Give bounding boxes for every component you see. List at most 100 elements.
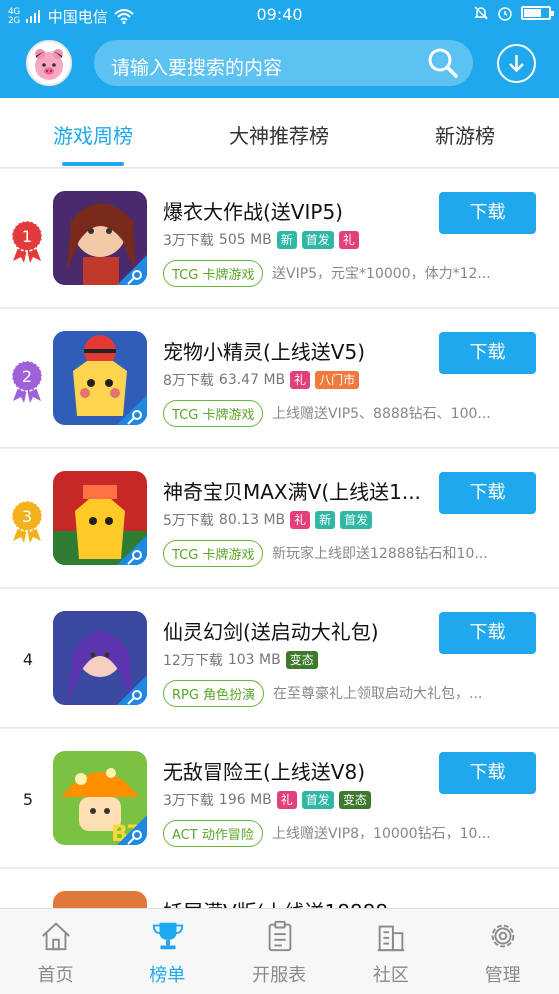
- building-icon: [378, 925, 405, 952]
- download-count: 12万下载: [163, 653, 223, 669]
- app-header: 4G 2G 中国电信 09:40 请输入要搜索的内容: [0, 0, 559, 98]
- game-title[interactable]: 无敌冒险王(上线送V8): [163, 756, 435, 785]
- key-corner-icon: [117, 255, 147, 285]
- nav-item-home[interactable]: 首页: [0, 909, 111, 994]
- game-icon[interactable]: [53, 471, 147, 565]
- game-description: 送VIP5，元宝*10000，体力*12...: [272, 266, 491, 282]
- download-button[interactable]: 下载: [439, 752, 536, 794]
- rank-number: 5: [22, 790, 34, 809]
- clipboard-icon: [268, 920, 291, 952]
- rank-number: 1: [22, 227, 32, 246]
- tab-new-games[interactable]: 新游榜: [372, 120, 558, 149]
- file-size: 103 MB: [227, 652, 281, 668]
- download-count: 5万下载: [163, 513, 214, 529]
- game-icon[interactable]: [53, 191, 147, 285]
- game-list-item[interactable]: 1 爆衣大作战(送VIP5) 3万下载 505 MB 新首发礼 TCG 卡牌游戏…: [0, 169, 559, 308]
- game-tag-badge: 变态: [285, 651, 318, 669]
- nav-label: 开服表: [252, 965, 307, 986]
- trophy-icon: [152, 922, 183, 950]
- rank-number: 2: [22, 367, 32, 386]
- download-button[interactable]: 下载: [439, 472, 536, 514]
- status-right: [473, 5, 554, 21]
- rank-number: 4: [22, 650, 34, 669]
- game-list-item[interactable]: 2 宠物小精灵(上线送V5) 8万下载 63.47 MB 礼八门市 TCG 卡牌…: [0, 309, 559, 448]
- key-corner-icon: [117, 675, 147, 705]
- game-description: 上线赠送VIP5、8888钻石、100...: [272, 406, 491, 422]
- nav-label: 社区: [372, 965, 409, 986]
- game-list-item[interactable]: 3 神奇宝贝MAX满V(上线送1... 5万下载 80.13 MB 礼新首发 T…: [0, 449, 559, 588]
- file-size: 63.47 MB: [218, 372, 286, 388]
- battery-icon: [521, 6, 554, 20]
- game-title[interactable]: 仙灵幻剑(送启动大礼包): [163, 616, 435, 645]
- mute-bell-icon: [474, 6, 488, 20]
- alarm-icon: [498, 7, 512, 21]
- download-button[interactable]: 下载: [439, 612, 536, 654]
- active-tab-indicator: [62, 162, 124, 166]
- download-count: 3万下载: [163, 793, 214, 809]
- game-tag-badge: 新: [315, 511, 336, 529]
- bottom-navigation: 首页 榜单 开服表 社区 管理: [0, 908, 559, 994]
- game-description: 新玩家上线即送12888钻石和10...: [272, 546, 488, 562]
- game-list-item[interactable]: 5 BT 无敌冒险王(上线送V8) 3万下载 196 MB 礼首发 变态 ACT …: [0, 729, 559, 868]
- category-tag: RPG 角色扮演: [163, 680, 265, 707]
- file-size: 505 MB: [218, 232, 272, 248]
- tab-expert-picks[interactable]: 大神推荐榜: [186, 120, 372, 149]
- game-tag-badge: 首发: [301, 231, 334, 249]
- nav-item-server-schedule[interactable]: 开服表: [224, 909, 335, 994]
- status-bar: 4G 2G 中国电信 09:40: [0, 0, 559, 30]
- nav-item-ranking[interactable]: 榜单: [112, 909, 223, 994]
- game-icon[interactable]: [53, 331, 147, 425]
- nav-item-manage[interactable]: 管理: [447, 909, 558, 994]
- user-avatar[interactable]: [26, 40, 72, 86]
- game-tag-badge: 礼: [290, 371, 311, 389]
- file-size: 196 MB: [218, 792, 272, 808]
- ranking-tabs: 游戏周榜 大神推荐榜 新游榜: [0, 98, 559, 168]
- game-tag-badge: 礼: [276, 791, 297, 809]
- file-size: 80.13 MB: [218, 512, 286, 528]
- tab-weekly[interactable]: 游戏周榜: [0, 120, 186, 149]
- home-icon: [42, 922, 70, 951]
- key-corner-icon: [117, 395, 147, 425]
- game-tag-badge: 变态: [338, 791, 371, 809]
- download-count: 3万下载: [163, 233, 214, 249]
- game-description: 上线赠送VIP8，10000钻石，10...: [272, 826, 491, 842]
- game-meta: 3万下载 505 MB 新首发礼: [163, 230, 359, 250]
- nav-label: 管理: [484, 965, 521, 986]
- category-tag: TCG 卡牌游戏: [163, 400, 264, 427]
- nav-label: 榜单: [149, 965, 186, 986]
- rank-number: 3: [22, 507, 32, 526]
- game-tag-badge: 礼: [338, 231, 359, 249]
- game-title[interactable]: 爆衣大作战(送VIP5): [163, 196, 435, 225]
- download-count: 8万下载: [163, 373, 214, 389]
- download-button[interactable]: 下载: [439, 192, 536, 234]
- game-title[interactable]: 神奇宝贝MAX满V(上线送1...: [163, 476, 435, 505]
- category-tag: TCG 卡牌游戏: [163, 540, 264, 567]
- nav-item-community[interactable]: 社区: [335, 909, 446, 994]
- search-bar[interactable]: 请输入要搜索的内容: [94, 40, 473, 86]
- download-manager-button[interactable]: [497, 44, 536, 83]
- game-icon[interactable]: [53, 611, 147, 705]
- pig-avatar-icon: [35, 49, 63, 80]
- category-tag: TCG 卡牌游戏: [163, 260, 264, 287]
- game-description: 在至尊豪礼上领取启动大礼包，...: [273, 686, 483, 702]
- game-tag-badge: 八门市: [315, 371, 360, 389]
- search-placeholder: 请输入要搜索的内容: [111, 57, 283, 79]
- game-title[interactable]: 宠物小精灵(上线送V5): [163, 336, 435, 365]
- category-tag: ACT 动作冒险: [163, 820, 263, 847]
- search-icon[interactable]: [427, 47, 459, 79]
- download-button[interactable]: 下载: [439, 332, 536, 374]
- game-tag-badge: 首发: [340, 511, 373, 529]
- rank-medal-icon: 1: [11, 220, 43, 263]
- key-corner-icon: [117, 535, 147, 565]
- game-icon[interactable]: BT: [53, 751, 147, 845]
- game-meta: 5万下载 80.13 MB 礼新首发: [163, 510, 373, 530]
- rank-medal-icon: 3: [11, 500, 43, 543]
- game-tag-badge: 首发: [301, 791, 334, 809]
- game-list-item[interactable]: 4 仙灵幻剑(送启动大礼包) 12万下载 103 MB 变态 RPG 角色扮演 …: [0, 589, 559, 728]
- key-corner-icon: [117, 815, 147, 845]
- gear-icon: [491, 924, 515, 948]
- game-tag-badge: 礼: [290, 511, 311, 529]
- rank-medal-icon: 2: [11, 360, 43, 403]
- game-meta: 8万下载 63.47 MB 礼八门市: [163, 370, 360, 390]
- game-meta: 3万下载 196 MB 礼首发 变态: [163, 790, 371, 810]
